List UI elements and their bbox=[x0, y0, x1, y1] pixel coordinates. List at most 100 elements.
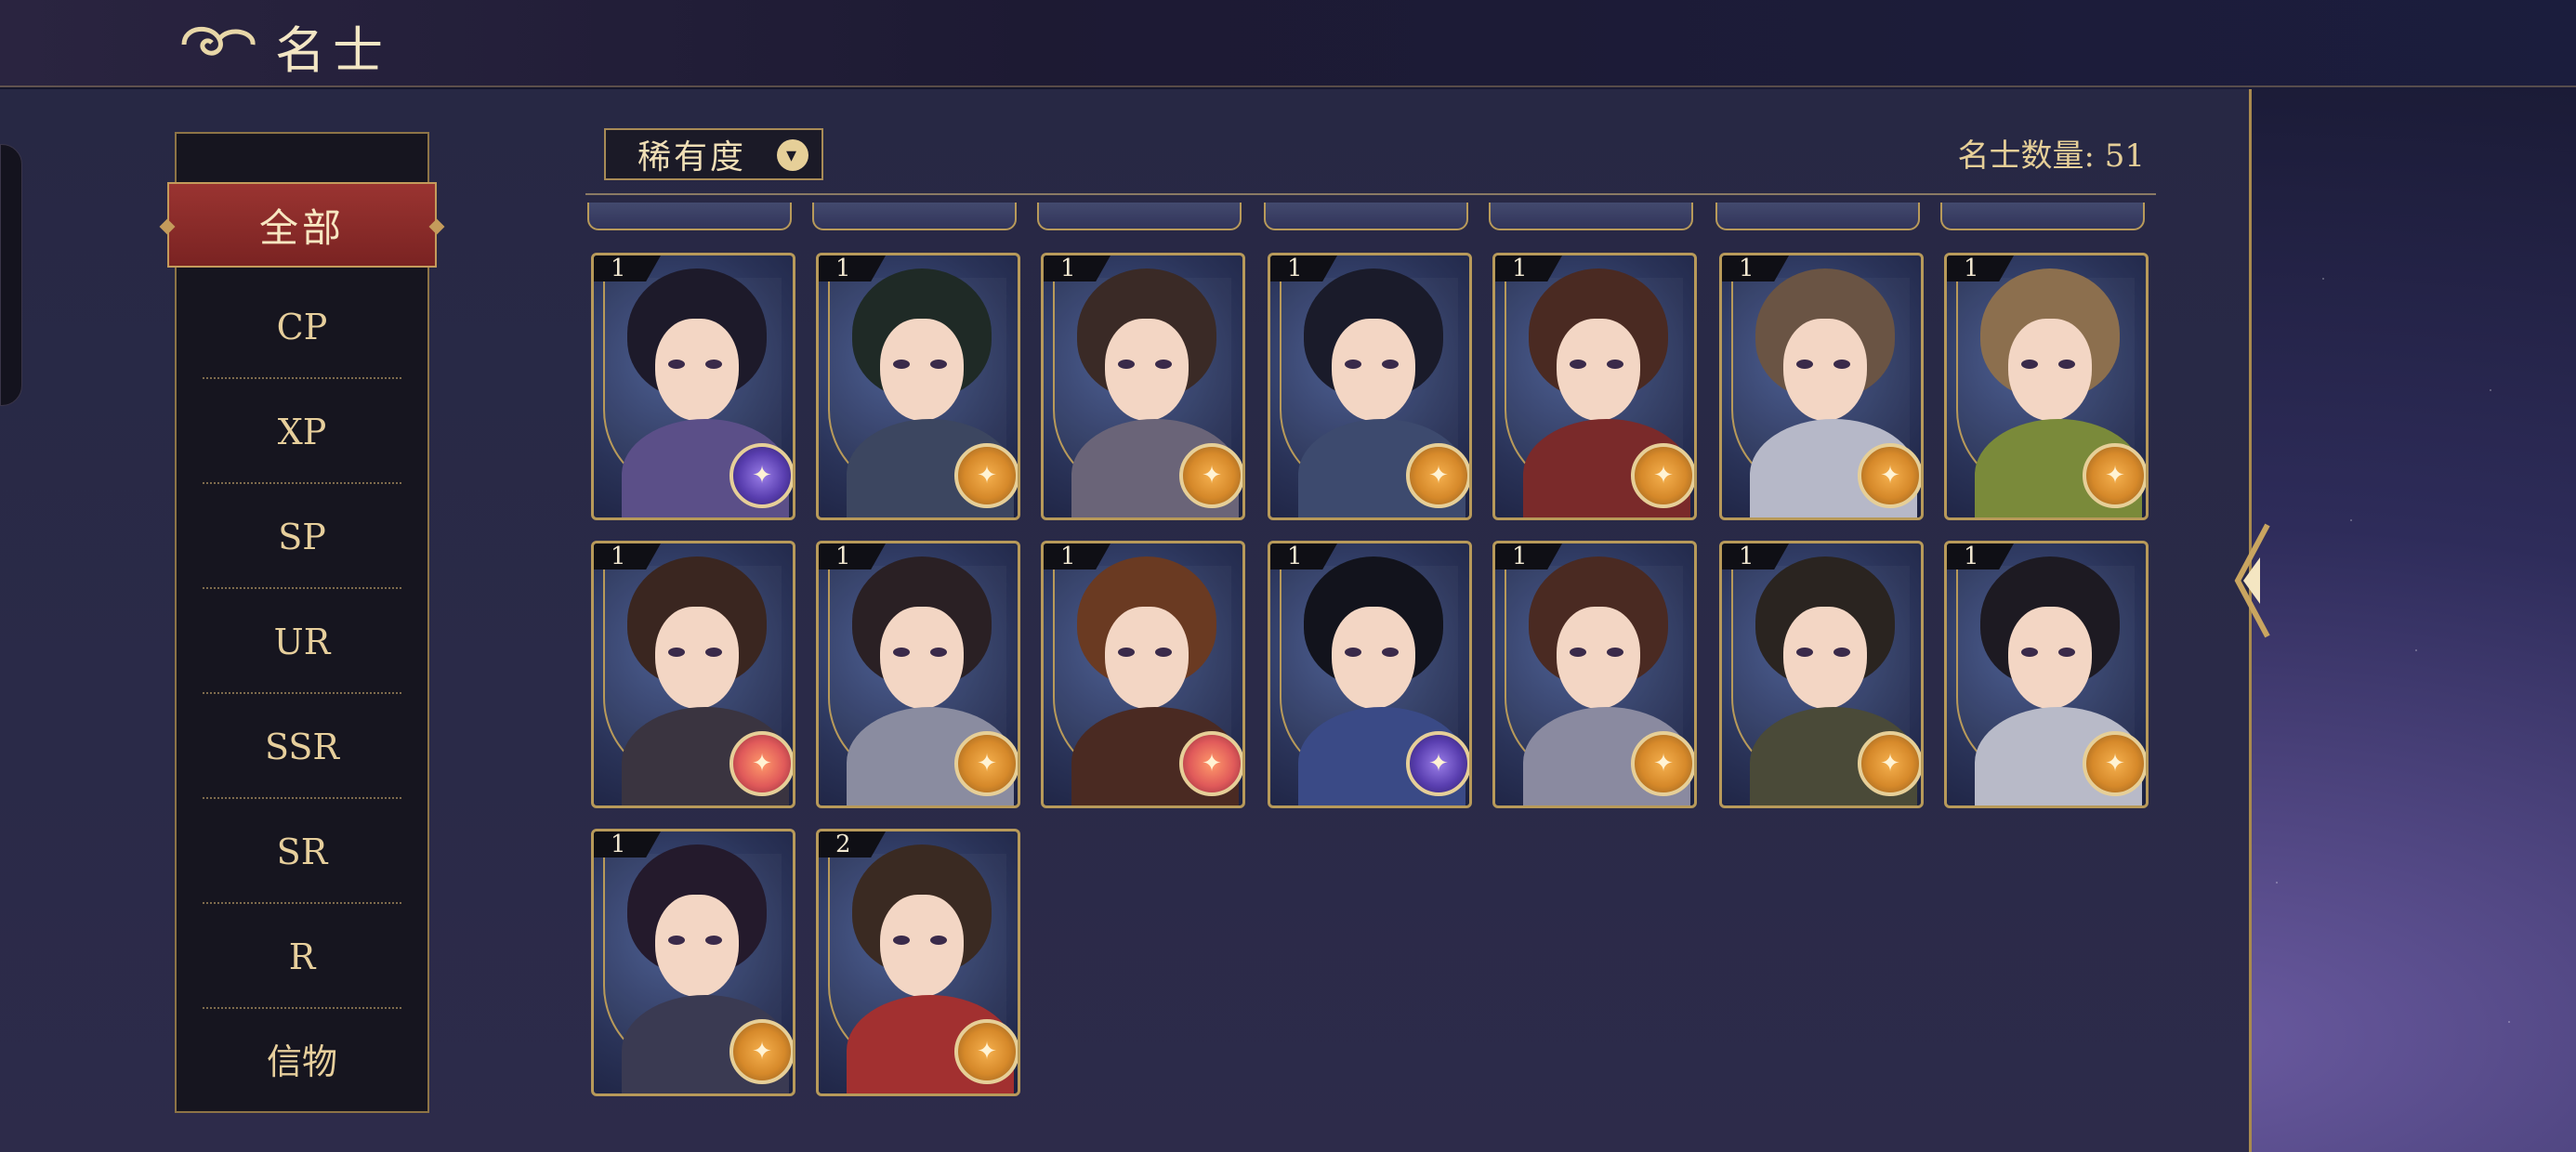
menu-item-ssr[interactable]: SSR bbox=[203, 697, 401, 799]
portrait-eye bbox=[1796, 360, 1813, 369]
character-card[interactable]: 1 ✦ bbox=[1268, 253, 1472, 520]
element-orb-icon: ✦ bbox=[954, 443, 1018, 508]
character-card[interactable]: 1 ✦ bbox=[1492, 541, 1697, 808]
top-bar: 名士 bbox=[0, 0, 2576, 87]
portrait-eye bbox=[2021, 360, 2038, 369]
portrait-eye bbox=[893, 360, 910, 369]
portrait-eye bbox=[1155, 360, 1172, 369]
portrait-eye bbox=[1155, 648, 1172, 657]
page-title: 名士 bbox=[275, 21, 390, 80]
filter-label: 稀有度 bbox=[637, 138, 747, 177]
collapse-arrow-icon[interactable] bbox=[2219, 520, 2275, 641]
character-card[interactable]: 1 ✦ bbox=[1268, 541, 1472, 808]
rarity-filter-dropdown[interactable]: 稀有度 ▾ bbox=[604, 128, 823, 180]
element-orb-icon: ✦ bbox=[729, 731, 793, 796]
character-card[interactable]: 1 ✦ bbox=[1944, 541, 2149, 808]
portrait-eye bbox=[1382, 648, 1399, 657]
portrait-eye bbox=[705, 360, 722, 369]
portrait-eye bbox=[1118, 648, 1135, 657]
character-card[interactable]: 1 ✦ bbox=[1719, 541, 1924, 808]
character-card[interactable]: 1 ✦ bbox=[816, 541, 1020, 808]
portrait-eye bbox=[668, 360, 685, 369]
menu-item-sr[interactable]: SR bbox=[203, 802, 401, 904]
portrait-eye bbox=[705, 936, 722, 945]
portrait-eye bbox=[893, 648, 910, 657]
portrait-eye bbox=[893, 936, 910, 945]
card-partial[interactable] bbox=[1715, 203, 1920, 230]
menu-item-all[interactable]: 全部 bbox=[159, 182, 445, 268]
element-orb-icon: ✦ bbox=[729, 443, 793, 508]
card-partial[interactable] bbox=[1489, 203, 1693, 230]
portrait-eye bbox=[1796, 648, 1813, 657]
character-card[interactable]: 1 ✦ bbox=[591, 541, 795, 808]
portrait-eye bbox=[668, 936, 685, 945]
portrait-face bbox=[655, 607, 739, 709]
portrait-face bbox=[1783, 607, 1867, 709]
element-orb-icon: ✦ bbox=[1631, 443, 1694, 508]
portrait-face bbox=[1557, 607, 1640, 709]
menu-item-sp[interactable]: SP bbox=[203, 487, 401, 589]
menu-item-xp[interactable]: XP bbox=[203, 382, 401, 484]
menu-item-token[interactable]: 信物 bbox=[203, 1007, 401, 1109]
portrait-eye bbox=[1607, 648, 1623, 657]
portrait-eye bbox=[1833, 648, 1850, 657]
element-orb-icon: ✦ bbox=[1179, 731, 1242, 796]
menu-item-ur[interactable]: UR bbox=[203, 592, 401, 694]
portrait-eye bbox=[2021, 648, 2038, 657]
portrait-eye bbox=[1345, 360, 1361, 369]
portrait-eye bbox=[930, 936, 947, 945]
portrait-face bbox=[1557, 319, 1640, 421]
portrait-face bbox=[1105, 319, 1189, 421]
element-orb-icon: ✦ bbox=[729, 1019, 793, 1084]
menu-item-label: 全部 bbox=[258, 204, 345, 251]
portrait-face bbox=[1105, 607, 1189, 709]
portrait-face bbox=[1783, 319, 1867, 421]
portrait-eye bbox=[1382, 360, 1399, 369]
portrait-eye bbox=[930, 360, 947, 369]
card-partial[interactable] bbox=[812, 203, 1017, 230]
card-partial[interactable] bbox=[1940, 203, 2145, 230]
portrait-eye bbox=[1570, 360, 1586, 369]
card-partial[interactable] bbox=[587, 203, 792, 230]
element-orb-icon: ✦ bbox=[1858, 443, 1921, 508]
portrait-face bbox=[2008, 319, 2092, 421]
portrait-eye bbox=[1607, 360, 1623, 369]
element-orb-icon: ✦ bbox=[2083, 443, 2146, 508]
character-card[interactable]: 1 ✦ bbox=[1719, 253, 1924, 520]
portrait-face bbox=[880, 607, 964, 709]
element-orb-icon: ✦ bbox=[2083, 731, 2146, 796]
menu-item-r[interactable]: R bbox=[203, 907, 401, 1009]
portrait-eye bbox=[668, 648, 685, 657]
card-partial[interactable] bbox=[1037, 203, 1242, 230]
character-card[interactable]: 1 ✦ bbox=[591, 253, 795, 520]
character-card[interactable]: 1 ✦ bbox=[1492, 253, 1697, 520]
character-card[interactable]: 1 ✦ bbox=[816, 253, 1020, 520]
portrait-eye bbox=[705, 648, 722, 657]
portrait-face bbox=[1332, 319, 1415, 421]
collection-count: 名士数量: 51 bbox=[1957, 137, 2145, 175]
element-orb-icon: ✦ bbox=[954, 1019, 1018, 1084]
portrait-eye bbox=[1118, 360, 1135, 369]
character-card[interactable]: 1 ✦ bbox=[1041, 253, 1245, 520]
character-card[interactable]: 1 ✦ bbox=[1944, 253, 2149, 520]
cloud-swirl-icon bbox=[181, 26, 256, 56]
element-orb-icon: ✦ bbox=[1179, 443, 1242, 508]
element-orb-icon: ✦ bbox=[1631, 731, 1694, 796]
element-orb-icon: ✦ bbox=[1406, 731, 1469, 796]
menu-item-cp[interactable]: CP bbox=[203, 277, 401, 379]
element-orb-icon: ✦ bbox=[1858, 731, 1921, 796]
character-card[interactable]: 1 ✦ bbox=[591, 829, 795, 1096]
card-partial[interactable] bbox=[1264, 203, 1468, 230]
portrait-face bbox=[655, 319, 739, 421]
portrait-eye bbox=[2058, 648, 2075, 657]
character-card[interactable]: 2 ✦ bbox=[816, 829, 1020, 1096]
portrait-face bbox=[1332, 607, 1415, 709]
portrait-eye bbox=[1345, 648, 1361, 657]
element-orb-icon: ✦ bbox=[1406, 443, 1469, 508]
side-handle[interactable] bbox=[0, 144, 22, 406]
header-divider bbox=[585, 193, 2156, 195]
portrait-eye bbox=[1833, 360, 1850, 369]
portrait-face bbox=[2008, 607, 2092, 709]
element-orb-icon: ✦ bbox=[954, 731, 1018, 796]
character-card[interactable]: 1 ✦ bbox=[1041, 541, 1245, 808]
